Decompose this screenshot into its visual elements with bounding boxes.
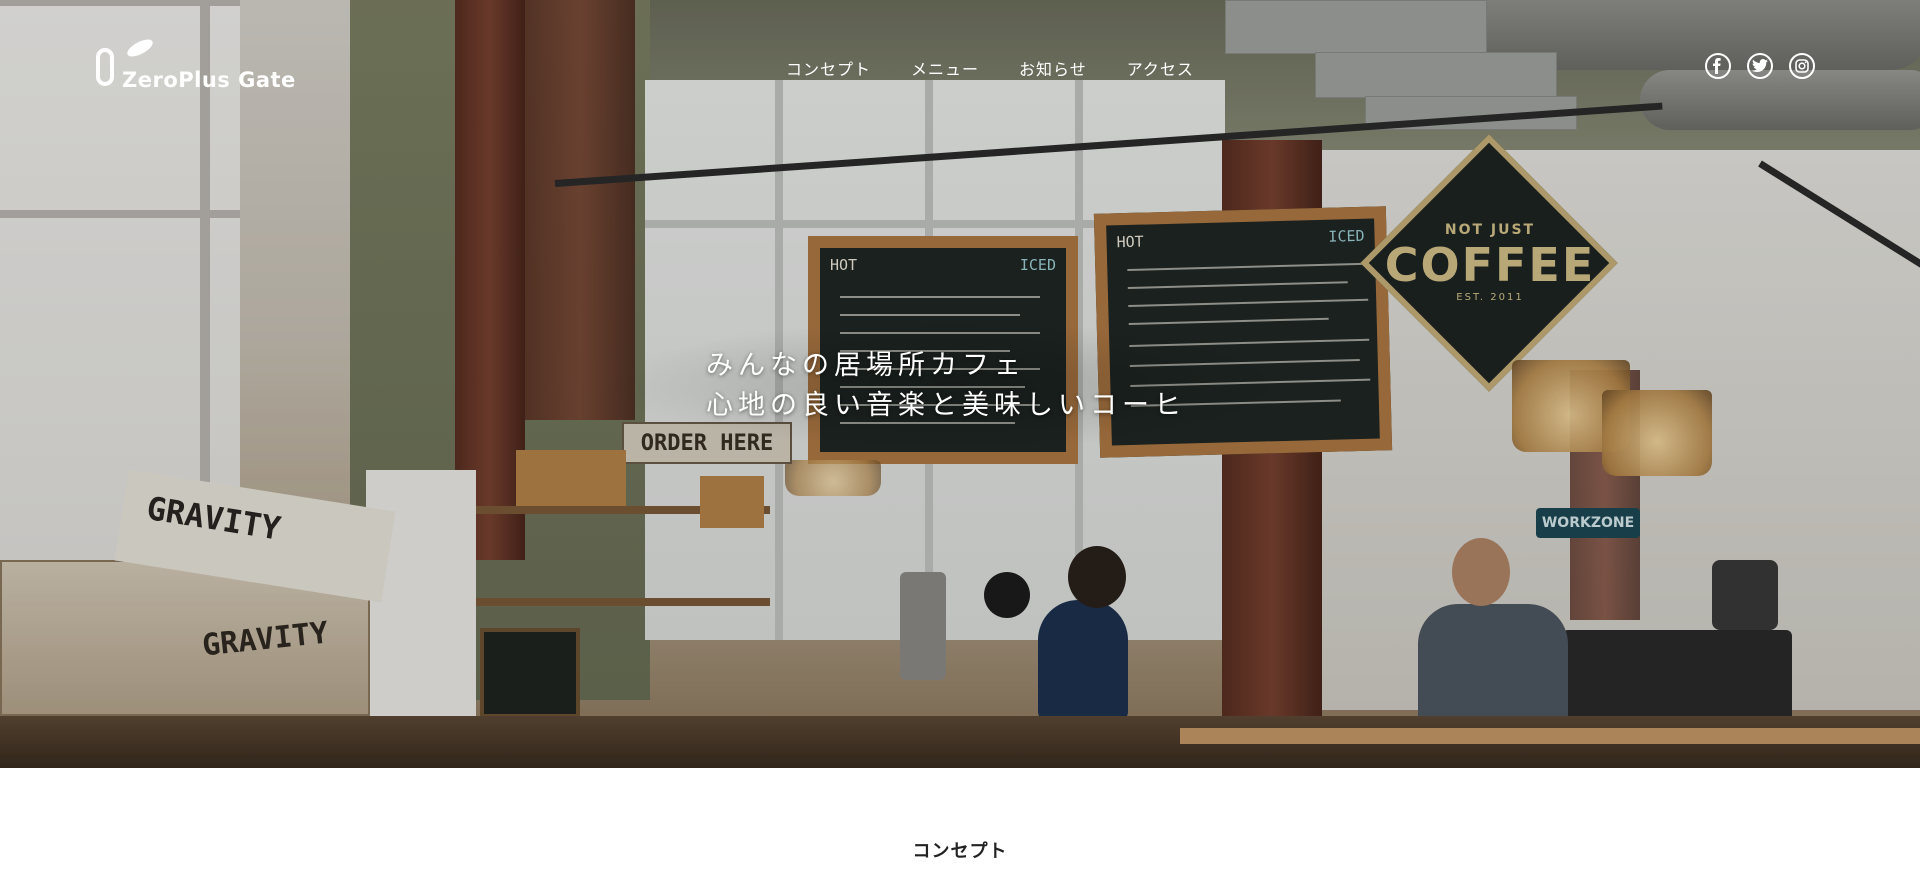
hero-tagline-line-2: 心地の良い音楽と美味しいコーヒ xyxy=(706,390,1186,421)
site-logo[interactable]: ZeroPlus Gate xyxy=(96,36,295,96)
hero-tagline: みんなの居場所カフェ 心地の良い音楽と美味しいコーヒ xyxy=(706,346,1186,426)
nav-item-access[interactable]: アクセス xyxy=(1127,56,1194,80)
logo-leaf-icon xyxy=(124,36,156,60)
nav-item-menu[interactable]: メニュー xyxy=(911,56,979,80)
main-nav: コンセプト メニュー お知らせ アクセス xyxy=(786,56,1194,80)
facebook-icon[interactable] xyxy=(1705,53,1731,79)
nav-item-concept[interactable]: コンセプト xyxy=(786,56,871,80)
hero-section: HOT ICED HOT ICED NOT JUST COFFEE EST. 2… xyxy=(0,0,1920,768)
logo-mark-icon xyxy=(96,48,114,86)
twitter-icon[interactable] xyxy=(1747,53,1773,79)
concept-heading: コンセプト xyxy=(912,840,1008,862)
nav-item-news[interactable]: お知らせ xyxy=(1019,56,1087,80)
hero-tagline-line-1: みんなの居場所カフェ xyxy=(706,350,1026,381)
logo-text: ZeroPlus Gate xyxy=(122,68,296,92)
social-links xyxy=(1705,53,1815,79)
instagram-icon[interactable] xyxy=(1789,53,1815,79)
